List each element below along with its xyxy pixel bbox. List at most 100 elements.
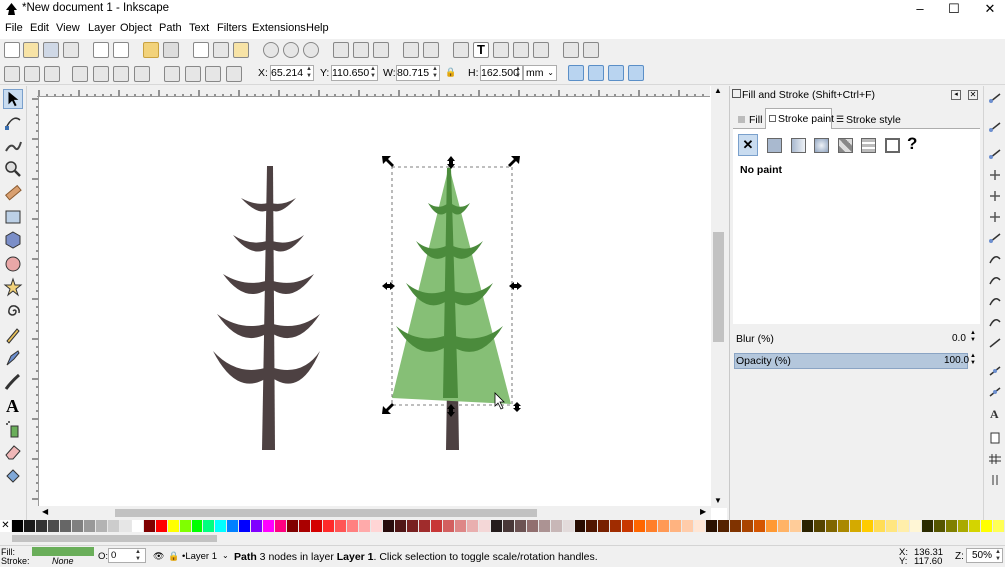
opacity-field-spinner-icon[interactable]: ▲ ▼ (135, 549, 144, 563)
palette-swatch[interactable] (59, 520, 72, 532)
palette-swatch[interactable] (861, 520, 874, 532)
calligraphy-tool-icon[interactable] (3, 372, 23, 392)
palette-swatch[interactable] (682, 520, 695, 532)
vertical-scroll-thumb[interactable] (713, 232, 724, 342)
3d-box-tool-icon[interactable] (3, 230, 23, 250)
paste-icon[interactable] (233, 42, 249, 58)
x-field[interactable]: 65.214 ▲ ▼ (270, 65, 314, 81)
left-tree[interactable] (213, 166, 320, 450)
opacity-field[interactable]: 0 ▲ ▼ (108, 548, 146, 563)
palette-swatch[interactable] (215, 520, 228, 532)
palette-swatch[interactable] (813, 520, 826, 532)
zoom-selection-icon[interactable] (263, 42, 279, 58)
tab-stroke-style[interactable]: Stroke style (846, 114, 901, 126)
palette-swatch[interactable] (47, 520, 60, 532)
palette-swatch[interactable] (742, 520, 755, 532)
palette-swatch[interactable] (658, 520, 671, 532)
undo-icon[interactable] (143, 42, 159, 58)
eye-icon[interactable]: 👁 (153, 551, 164, 562)
palette-swatch[interactable] (502, 520, 515, 532)
menu-view[interactable]: View (56, 22, 80, 34)
spray-tool-icon[interactable] (3, 419, 23, 439)
palette-swatch[interactable] (909, 520, 922, 532)
scale-handle-left[interactable] (382, 282, 395, 290)
xml-editor-icon[interactable] (513, 42, 529, 58)
palette-swatch[interactable] (371, 520, 383, 532)
duplicate-icon[interactable] (333, 42, 349, 58)
snap-paths-icon[interactable] (988, 253, 1002, 265)
palette-swatch[interactable] (131, 520, 144, 532)
fill-stroke-dialog-icon[interactable] (453, 42, 469, 58)
raise-icon[interactable] (185, 66, 201, 82)
w-spinner-icon[interactable]: ▲ ▼ (429, 66, 438, 80)
palette-swatch[interactable] (478, 520, 491, 532)
palette-swatch[interactable] (957, 520, 970, 532)
palette-swatch[interactable] (11, 520, 24, 532)
tab-stroke-paint[interactable]: Stroke paint (778, 113, 834, 125)
spiral-tool-icon[interactable] (3, 301, 23, 321)
palette-swatch[interactable] (706, 520, 719, 532)
palette-swatch[interactable] (538, 520, 551, 532)
horizontal-scrollbar[interactable]: ◀ ▶ (28, 506, 711, 520)
palette-swatch[interactable] (275, 520, 288, 532)
snap-guides-icon[interactable] (988, 474, 1002, 486)
palette-swatch[interactable] (981, 520, 994, 532)
layer-select[interactable]: •Layer 1 (182, 551, 217, 562)
palette-scrollbar[interactable] (0, 532, 1005, 545)
palette-swatch[interactable] (23, 520, 36, 532)
snap-bbox-edge-icon[interactable] (988, 148, 1002, 160)
flat-color-icon[interactable] (767, 138, 782, 153)
menu-edit[interactable]: Edit (30, 22, 49, 34)
palette-swatch[interactable] (586, 520, 599, 532)
palette-swatch[interactable] (921, 520, 934, 532)
palette-swatch[interactable] (454, 520, 467, 532)
snap-rotation-center-icon[interactable] (988, 386, 1002, 398)
palette-swatch[interactable] (191, 520, 204, 532)
menu-object[interactable]: Object (120, 22, 152, 34)
palette-swatch[interactable] (466, 520, 479, 532)
unset-paint-icon[interactable]: ? (907, 134, 917, 154)
selector-tool-icon[interactable] (3, 89, 23, 109)
palette-swatch[interactable] (418, 520, 431, 532)
palette-swatch[interactable] (287, 520, 300, 532)
flip-horizontal-icon[interactable] (113, 66, 129, 82)
snap-bbox-center-icon[interactable] (988, 211, 1002, 223)
palette-swatch[interactable] (323, 520, 336, 532)
menu-layer[interactable]: Layer (88, 22, 116, 34)
snap-grids-icon[interactable] (988, 453, 1002, 465)
palette-swatch[interactable] (777, 520, 790, 532)
snap-nodes-icon[interactable] (988, 232, 1002, 244)
measure-tool-icon[interactable] (3, 183, 23, 203)
opacity-value[interactable]: 100.0 (944, 355, 969, 366)
save-icon[interactable] (43, 42, 59, 58)
group-icon[interactable] (403, 42, 419, 58)
palette-swatch[interactable] (766, 520, 778, 532)
deselect-icon[interactable] (44, 66, 60, 82)
minimize-button[interactable]: – (905, 0, 935, 19)
menu-extensions[interactable]: Extensions (252, 22, 306, 34)
new-document-icon[interactable] (4, 42, 20, 58)
h-field[interactable]: 162.500 ▲ ▼ (480, 65, 523, 81)
unlink-clone-icon[interactable] (373, 42, 389, 58)
horizontal-scroll-thumb[interactable] (115, 509, 537, 517)
palette-swatch[interactable] (873, 520, 886, 532)
snap-cusp-icon[interactable] (988, 295, 1002, 307)
palette-swatch[interactable] (849, 520, 862, 532)
select-all-icon[interactable] (4, 66, 20, 82)
palette-swatch[interactable] (754, 520, 766, 532)
palette-swatch[interactable] (993, 520, 1005, 532)
palette-swatch[interactable] (95, 520, 108, 532)
palette-swatch[interactable] (263, 520, 276, 532)
palette-swatch[interactable] (933, 520, 946, 532)
palette-swatch[interactable] (694, 520, 707, 532)
palette-swatch[interactable] (801, 520, 814, 532)
zoom-drawing-icon[interactable] (283, 42, 299, 58)
snap-bbox-icon[interactable] (988, 121, 1002, 133)
palette-swatch[interactable] (622, 520, 635, 532)
scale-handle-top-right[interactable] (508, 156, 520, 167)
palette-swatch[interactable] (442, 520, 455, 532)
rectangle-tool-icon[interactable] (3, 207, 23, 227)
palette-swatch[interactable] (945, 520, 958, 532)
eraser-tool-icon[interactable] (3, 442, 23, 462)
palette-swatch[interactable] (311, 520, 324, 532)
